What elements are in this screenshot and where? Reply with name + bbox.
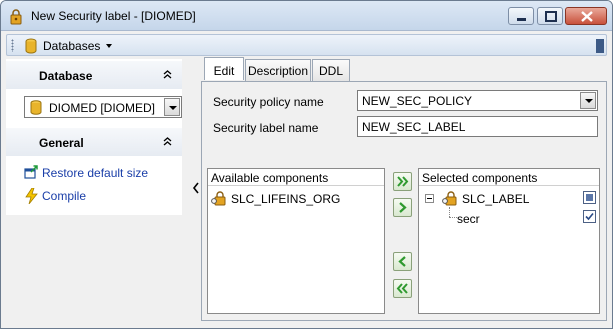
tab-edit[interactable]: Edit — [204, 57, 244, 80]
security-label-name-input[interactable]: NEW_SEC_LABEL — [357, 116, 598, 137]
database-section-title: Database — [39, 69, 93, 83]
collapse-icon[interactable] — [163, 70, 172, 79]
dropdown-arrow-icon[interactable] — [164, 98, 180, 116]
right-arrow-icon — [399, 202, 407, 213]
security-policy-value: NEW_SEC_POLICY — [362, 94, 473, 108]
root-checkbox[interactable] — [583, 191, 596, 204]
general-section-title: General — [39, 136, 84, 150]
tree-connector — [449, 217, 457, 218]
checkmark-icon — [585, 212, 594, 221]
security-label-name-value: NEW_SEC_LABEL — [362, 120, 466, 134]
double-right-arrow-icon — [397, 176, 409, 187]
toolbar: Databases — [6, 34, 607, 56]
close-button[interactable] — [565, 7, 607, 25]
security-component-icon — [211, 191, 226, 206]
selected-components-title: Selected components — [422, 171, 538, 185]
tab-description[interactable]: Description — [245, 59, 311, 81]
remove-all-button[interactable] — [393, 279, 412, 298]
database-icon — [30, 100, 42, 115]
tab-ddl[interactable]: DDL — [312, 59, 350, 81]
tree-collapse-icon[interactable] — [425, 194, 434, 203]
database-select[interactable]: DIOMED [DIOMED] — [24, 96, 182, 118]
minimize-button[interactable] — [508, 7, 534, 25]
available-components-header: Available components — [208, 169, 384, 186]
minimize-icon — [517, 18, 526, 21]
selected-components-tree[interactable]: Selected components SLC_LABEL secr — [418, 168, 600, 314]
title-bar[interactable]: New Security label - [DIOMED] — [1, 1, 612, 31]
chevron-down-icon[interactable] — [106, 44, 112, 48]
available-component-name: SLC_LIFEINS_ORG — [231, 192, 341, 206]
double-left-arrow-icon — [396, 283, 408, 294]
selected-child-name: secr — [457, 212, 480, 226]
security-policy-select[interactable]: NEW_SEC_POLICY — [357, 90, 598, 111]
general-section-header[interactable]: General — [6, 128, 182, 156]
database-section-header[interactable]: Database — [6, 61, 182, 89]
selected-root-name: SLC_LABEL — [462, 192, 530, 206]
security-label-window: New Security label - [DIOMED] Databases … — [0, 0, 613, 329]
child-checkbox[interactable] — [583, 210, 596, 223]
compile-label: Compile — [42, 189, 87, 203]
selected-components-header: Selected components — [419, 169, 599, 186]
databases-menu-button[interactable]: Databases — [43, 39, 100, 53]
maximize-icon — [545, 11, 557, 22]
edit-panel: Security policy name NEW_SEC_POLICY Secu… — [201, 81, 607, 321]
security-policy-name-label: Security policy name — [213, 95, 324, 109]
tree-connector — [449, 207, 450, 217]
restore-size-icon — [24, 165, 38, 179]
security-label-icon — [442, 191, 457, 206]
window-title: New Security label - [DIOMED] — [31, 9, 196, 23]
left-arrow-icon — [398, 256, 406, 267]
add-button[interactable] — [393, 198, 412, 217]
collapse-sidebar-icon[interactable] — [192, 181, 200, 195]
security-label-name-label: Security label name — [213, 121, 319, 135]
database-select-value: DIOMED [DIOMED] — [49, 101, 156, 115]
lightning-icon — [25, 188, 38, 204]
navigation-sidebar: Database DIOMED [DIOMED] General Restore… — [6, 59, 182, 215]
security-label-icon — [10, 9, 22, 25]
remove-button[interactable] — [393, 252, 412, 271]
collapse-icon[interactable] — [163, 137, 172, 146]
database-icon — [25, 38, 37, 54]
maximize-button[interactable] — [537, 7, 563, 25]
add-all-button[interactable] — [393, 172, 412, 191]
toolbar-grip-icon[interactable] — [11, 39, 14, 52]
toolbar-overflow-icon[interactable] — [596, 39, 604, 53]
restore-default-size-label: Restore default size — [42, 166, 149, 180]
dropdown-arrow-icon[interactable] — [580, 92, 596, 109]
close-icon — [581, 11, 593, 22]
available-components-title: Available components — [211, 171, 329, 185]
available-components-list[interactable]: Available components SLC_LIFEINS_ORG — [207, 168, 385, 314]
